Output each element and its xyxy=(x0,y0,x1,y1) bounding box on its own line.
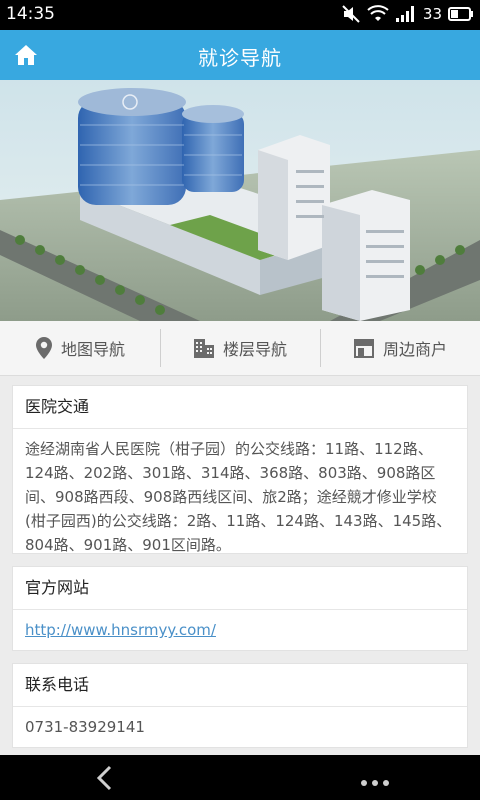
battery-level: 33 xyxy=(422,5,442,23)
back-button[interactable] xyxy=(95,765,115,791)
store-icon xyxy=(353,339,374,358)
website-title: 官方网站 xyxy=(13,567,467,610)
transport-title: 医院交通 xyxy=(13,386,467,429)
tab-map-navigation[interactable]: 地图导航 xyxy=(0,321,160,375)
hospital-photo xyxy=(0,80,480,321)
mute-icon xyxy=(341,4,361,24)
map-pin-icon xyxy=(35,337,52,359)
wifi-icon xyxy=(367,5,389,23)
more-dots-icon xyxy=(361,780,389,786)
phone-number[interactable]: 0731-83929141 xyxy=(25,718,145,736)
website-link[interactable]: http://www.hnsrmyy.com/ xyxy=(25,621,216,639)
tab-nearby-shops[interactable]: 周边商户 xyxy=(320,321,480,375)
battery-icon xyxy=(448,6,474,22)
page-title: 就诊导航 xyxy=(198,46,282,70)
more-button[interactable] xyxy=(360,773,390,786)
status-time: 14:35 xyxy=(6,4,55,24)
system-nav-bar xyxy=(0,755,480,800)
tab-label: 周边商户 xyxy=(382,340,447,359)
signal-icon xyxy=(395,5,417,23)
status-bar: 14:35 33 xyxy=(0,0,480,30)
building-icon xyxy=(193,339,214,358)
tab-label: 地图导航 xyxy=(60,340,125,359)
website-card: 官方网站 http://www.hnsrmyy.com/ xyxy=(12,566,468,651)
transport-card: 医院交通 途经湖南省人民医院（柑子园）的公交线路：11路、112路、124路、2… xyxy=(12,385,468,554)
tab-floor-navigation[interactable]: 楼层导航 xyxy=(160,321,320,375)
tab-label: 楼层导航 xyxy=(222,340,287,359)
chevron-left-icon xyxy=(96,765,112,791)
phone-title: 联系电话 xyxy=(13,664,467,707)
nav-tabs: 地图导航 楼层导航 周边商户 xyxy=(0,321,480,376)
phone-card: 联系电话 0731-83929141 xyxy=(12,663,468,748)
transport-text: 途经湖南省人民医院（柑子园）的公交线路：11路、112路、124路、202路、3… xyxy=(25,440,452,554)
status-icons: 33 xyxy=(341,4,474,24)
title-bar: 就诊导航 xyxy=(0,30,480,80)
